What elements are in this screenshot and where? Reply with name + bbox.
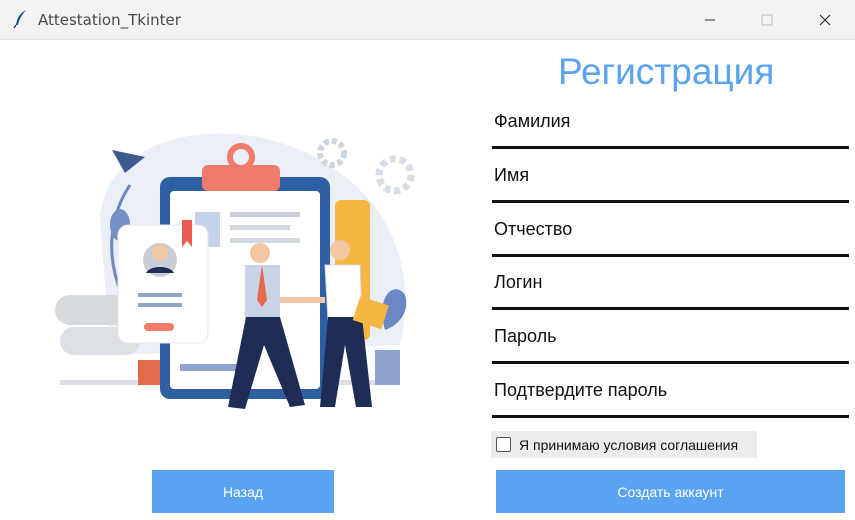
back-button[interactable]: Назад	[152, 470, 334, 513]
name-field[interactable]: Имя	[492, 165, 849, 203]
maximize-icon	[761, 14, 773, 25]
underline	[492, 307, 849, 310]
close-button[interactable]	[795, 0, 855, 39]
page-title: Регистрация	[558, 51, 775, 92]
password-field[interactable]: Пароль	[492, 326, 849, 364]
minimize-button[interactable]	[680, 0, 740, 39]
agree-checkbox-row[interactable]: Я принимаю условия соглашения	[491, 431, 757, 458]
underline	[492, 200, 849, 203]
illustration-registration	[55, 133, 415, 409]
underline	[492, 361, 849, 364]
maximize-button[interactable]	[737, 0, 797, 39]
patronymic-field[interactable]: Отчество	[492, 219, 849, 257]
agree-label: Я принимаю условия соглашения	[519, 436, 739, 453]
login-label: Логин	[494, 272, 543, 292]
login-field[interactable]: Логин	[492, 272, 849, 310]
window-title: Attestation_Tkinter	[38, 11, 181, 29]
agree-checkbox[interactable]	[496, 437, 511, 452]
create-account-button[interactable]: Создать аккаунт	[496, 470, 845, 513]
surname-field[interactable]: Фамилия	[492, 111, 849, 149]
password-label: Пароль	[494, 326, 557, 346]
title-bar: Attestation_Tkinter	[0, 0, 855, 40]
patronymic-label: Отчество	[494, 219, 573, 239]
confirm-password-field[interactable]: Подтвердите пароль	[492, 380, 849, 418]
underline	[492, 146, 849, 149]
name-label: Имя	[494, 165, 530, 185]
feather-icon	[13, 10, 26, 29]
confirm-password-label: Подтвердите пароль	[494, 380, 668, 400]
underline	[492, 254, 849, 257]
surname-label: Фамилия	[494, 111, 571, 131]
close-icon	[819, 14, 831, 25]
underline	[492, 415, 849, 418]
minimize-icon	[705, 19, 715, 20]
